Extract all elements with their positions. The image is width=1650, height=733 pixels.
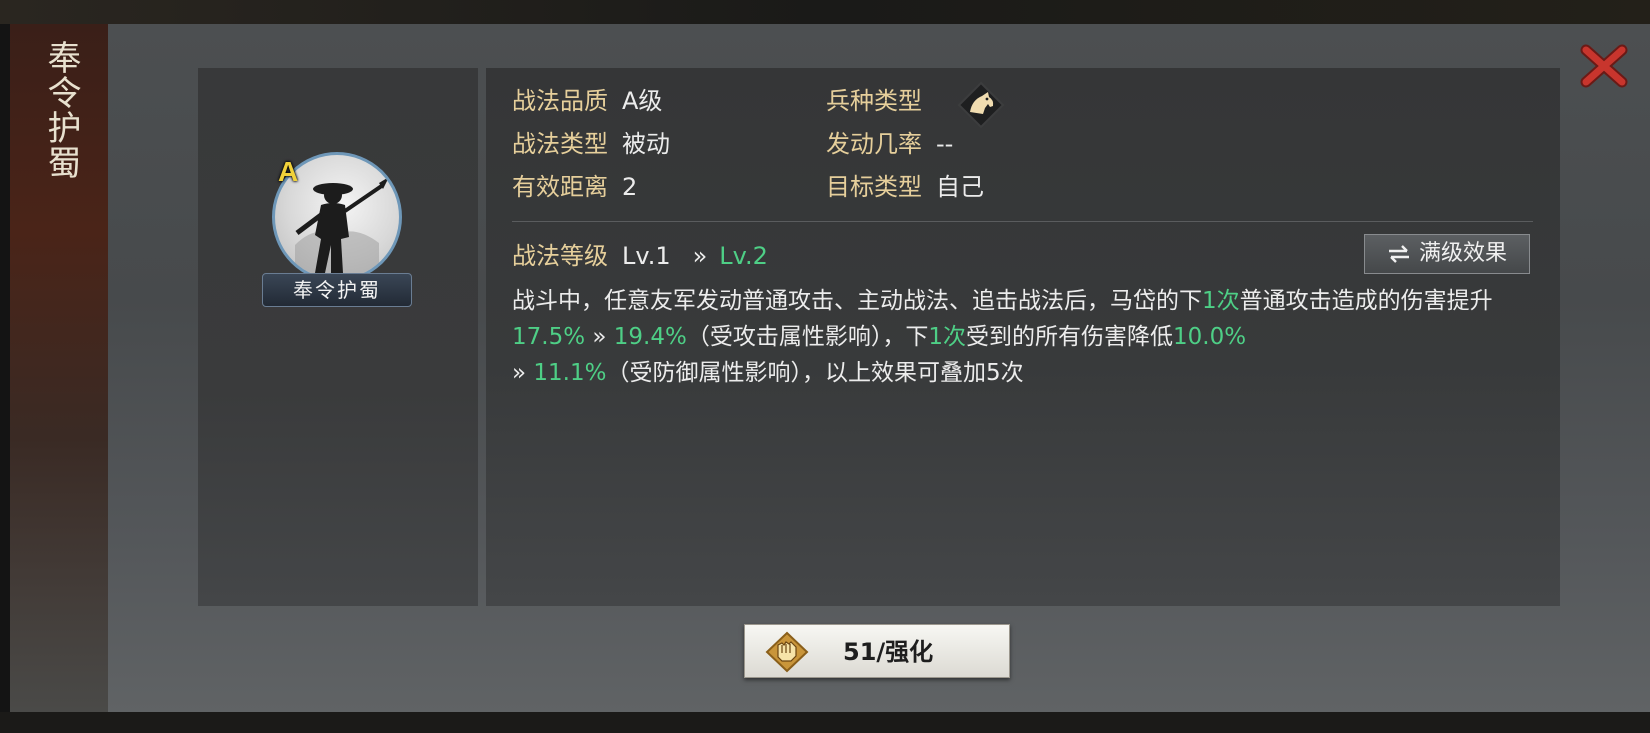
level-arrow-icon: » xyxy=(692,242,708,270)
desc-arrow: » xyxy=(512,360,534,386)
desc-highlight: 1次 xyxy=(1202,288,1240,314)
skill-grade-badge: A xyxy=(278,156,299,187)
troop-type-icon[interactable] xyxy=(956,80,1006,130)
desc-text: 战斗中，任意友军发动普通攻击、主动战法、追击战法后，马岱的下 xyxy=(512,288,1202,314)
max-level-effect-label: 满级效果 xyxy=(1418,241,1507,266)
attr-quality-value: A级 xyxy=(622,87,663,115)
attr-troop-label: 兵种类型 xyxy=(826,87,922,115)
close-button[interactable] xyxy=(1580,44,1628,88)
skill-portrait-panel xyxy=(198,68,478,606)
level-next: Lv.2 xyxy=(719,242,768,270)
attr-rate-label: 发动几率 xyxy=(826,130,922,158)
desc-highlight: 1次 xyxy=(928,324,966,350)
attr-range-value: 2 xyxy=(622,173,638,201)
swap-icon xyxy=(1388,245,1409,263)
backdrop-bottom xyxy=(0,712,1650,733)
close-icon xyxy=(1580,44,1628,88)
attr-range: 有效距离 2 xyxy=(512,172,637,202)
max-level-effect-button[interactable]: 满级效果 xyxy=(1364,234,1530,274)
section-divider xyxy=(512,221,1533,222)
backdrop-top xyxy=(0,0,1650,24)
level-current: Lv.1 xyxy=(622,242,671,270)
attr-troop: 兵种类型 xyxy=(826,86,922,116)
strengthen-label: 51/强化 xyxy=(843,638,934,666)
strengthen-button[interactable]: 51/强化 xyxy=(744,624,1010,678)
attr-target-label: 目标类型 xyxy=(826,173,922,201)
attr-target: 目标类型 自己 xyxy=(826,172,984,202)
horse-icon xyxy=(957,81,1005,129)
attr-quality: 战法品质 A级 xyxy=(512,86,662,116)
desc-text: 受到的所有伤害降低 xyxy=(966,324,1173,350)
desc-highlight: 11.1% xyxy=(533,360,607,386)
desc-arrow: » xyxy=(585,324,614,350)
desc-highlight: 17.5% xyxy=(512,324,586,350)
attr-type-label: 战法类型 xyxy=(512,130,608,158)
desc-text: （受攻击属性影响），下 xyxy=(686,324,929,350)
skill-description: 战斗中，任意友军发动普通攻击、主动战法、追击战法后，马岱的下1次普通攻击造成的伤… xyxy=(512,283,1542,391)
side-title: 奉令护蜀 xyxy=(41,40,81,180)
attr-rate-value: -- xyxy=(936,130,954,158)
desc-highlight: 10.0% xyxy=(1173,324,1247,350)
attr-quality-label: 战法品质 xyxy=(512,87,608,115)
fist-icon xyxy=(765,631,809,673)
desc-text: （受防御属性影响），以上效果可叠加5次 xyxy=(606,360,1024,386)
skill-level-row: 战法等级 Lv.1 » Lv.2 xyxy=(512,241,768,271)
attr-type: 战法类型 被动 xyxy=(512,129,670,159)
attr-target-value: 自己 xyxy=(936,173,984,201)
desc-highlight: 19.4% xyxy=(613,324,687,350)
attr-range-label: 有效距离 xyxy=(512,173,608,201)
level-label: 战法等级 xyxy=(512,242,608,270)
attr-type-value: 被动 xyxy=(622,130,670,158)
attr-rate: 发动几率 -- xyxy=(826,129,953,159)
skill-name-plate: 奉令护蜀 xyxy=(262,273,412,307)
desc-text: 普通攻击造成的伤害提升 xyxy=(1239,288,1493,314)
